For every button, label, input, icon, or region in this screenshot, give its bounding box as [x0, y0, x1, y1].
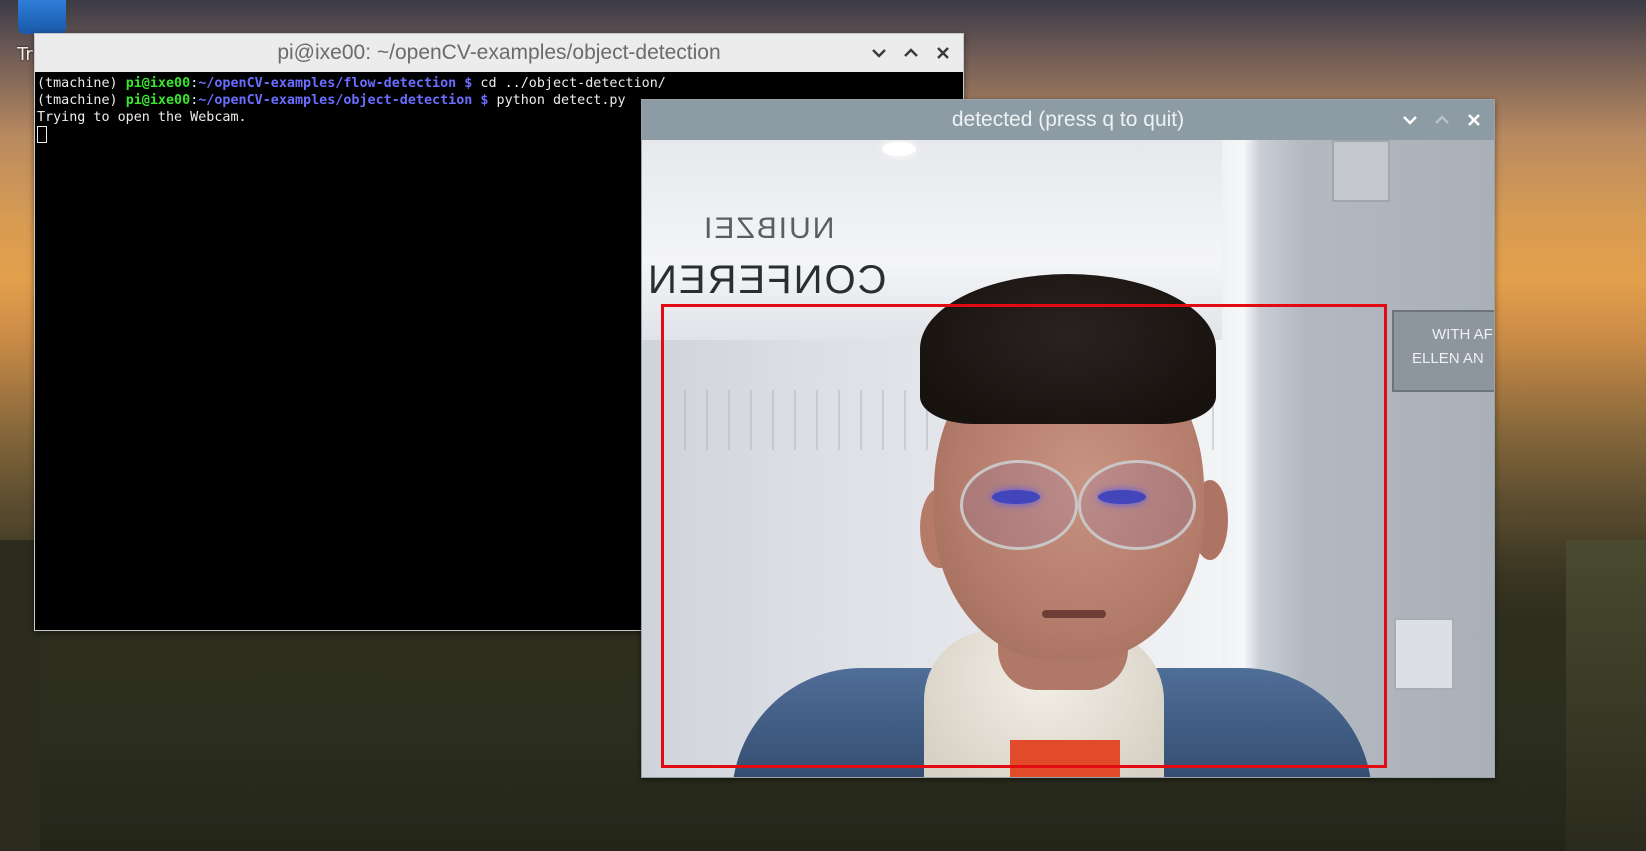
- detection-bounding-box: [661, 304, 1387, 768]
- prompt-userhost: pi@ixe00: [125, 76, 191, 91]
- detection-titlebar[interactable]: detected (press q to quit): [642, 100, 1494, 140]
- command-text: python detect.py: [488, 93, 626, 108]
- command-text: cd ../object-detection/: [472, 76, 666, 91]
- minimize-button[interactable]: [869, 43, 889, 63]
- chevron-down-icon: [1403, 116, 1417, 125]
- chevron-up-icon: [904, 48, 918, 57]
- detection-window[interactable]: detected (press q to quit) NUIBZEI CONFE…: [641, 99, 1495, 778]
- terminal-line: (tmachine) pi@ixe00:~/openCV-examples/fl…: [37, 76, 666, 91]
- terminal-title: pi@ixe00: ~/openCV-examples/object-detec…: [277, 41, 721, 64]
- minimize-button[interactable]: [1400, 110, 1420, 130]
- terminal-cursor: [37, 126, 47, 143]
- prompt-path: ~/openCV-examples/object-detection $: [198, 93, 489, 108]
- detection-title: detected (press q to quit): [951, 108, 1185, 131]
- close-button[interactable]: [1464, 110, 1484, 130]
- close-icon: [937, 47, 949, 59]
- close-icon: [1468, 114, 1480, 126]
- prompt-path: ~/openCV-examples/flow-detection $: [198, 76, 473, 91]
- maximize-button[interactable]: [1432, 110, 1452, 130]
- terminal-titlebar[interactable]: pi@ixe00: ~/openCV-examples/object-detec…: [35, 34, 963, 72]
- chevron-up-icon: [1435, 115, 1449, 124]
- close-button[interactable]: [933, 43, 953, 63]
- maximize-button[interactable]: [901, 43, 921, 63]
- chevron-down-icon: [872, 49, 886, 58]
- webcam-feed: NUIBZEI CONFEREN WITH AF ELLEN AN: [642, 140, 1494, 777]
- desktop-trees-right: [1566, 540, 1646, 851]
- desktop-icon-label[interactable]: Tr: [17, 44, 33, 65]
- trash-icon[interactable]: [18, 0, 66, 34]
- prompt-userhost: pi@ixe00: [125, 93, 191, 108]
